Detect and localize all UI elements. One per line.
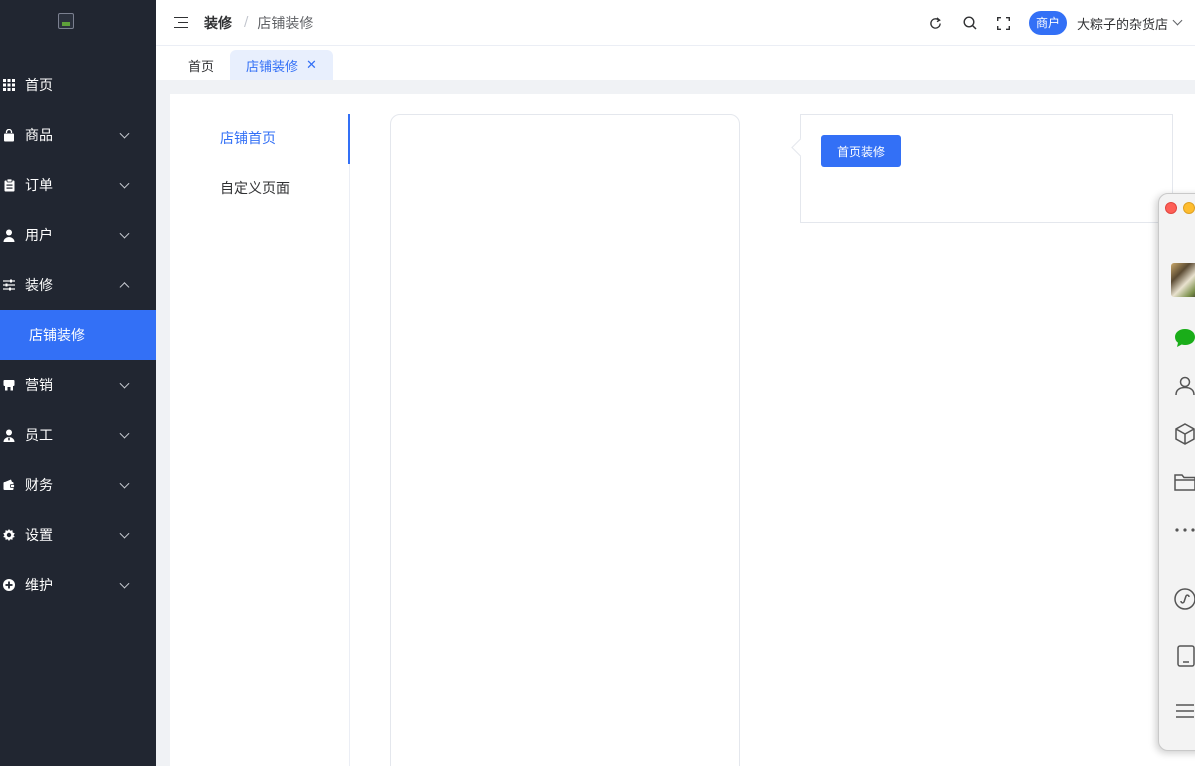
sidebar-item-label: 订单 — [25, 178, 53, 194]
refresh-icon[interactable] — [919, 0, 953, 46]
shopping-bag-icon — [2, 128, 16, 142]
sidebar-item-label: 营销 — [25, 378, 53, 394]
employee-icon — [2, 428, 16, 442]
chevron-down-icon — [119, 478, 130, 489]
sliders-icon — [2, 278, 16, 292]
role-badge: 商户 — [1028, 11, 1067, 35]
sidebar-item-orders[interactable]: 订单 — [0, 160, 156, 210]
tab-shop-decoration[interactable]: 店铺装修 ✕ — [230, 50, 333, 80]
breadcrumb-current: 店铺装修 — [257, 15, 314, 32]
sidebar: 首页 商品 订单 用户 装修 店铺装修 营销 员工 财务 设置 维护 — [0, 0, 156, 766]
avatar[interactable] — [1171, 263, 1195, 297]
edit-popover: 首页装修 — [800, 114, 1173, 223]
gear-icon — [2, 528, 16, 542]
menu-icon[interactable] — [1173, 699, 1195, 723]
sidebar-item-users[interactable]: 用户 — [0, 210, 156, 260]
chevron-down-icon — [119, 378, 130, 389]
header-actions: 商户 大粽子的杂货店 — [919, 0, 1195, 46]
cube-icon[interactable] — [1173, 422, 1195, 446]
sidebar-item-label: 商品 — [25, 128, 53, 144]
fullscreen-icon[interactable] — [987, 0, 1021, 46]
sidebar-item-finance[interactable]: 财务 — [0, 460, 156, 510]
sidebar-item-products[interactable]: 商品 — [0, 110, 156, 160]
chevron-down-icon — [119, 228, 130, 239]
chevron-down-icon — [119, 578, 130, 589]
collapse-menu-icon[interactable] — [174, 16, 188, 29]
clipboard-icon — [2, 178, 16, 192]
mini-program-icon[interactable] — [1173, 587, 1195, 611]
top-header: 装修 / 店铺装修 商户 大粽子的杂货店 — [156, 0, 1195, 46]
tab-bar: 首页 店铺装修 ✕ — [156, 46, 1195, 80]
page-list: 店铺首页 自定义页面 — [170, 114, 350, 766]
chat-icon[interactable] — [1173, 326, 1195, 350]
sidebar-item-home[interactable]: 首页 — [0, 60, 156, 110]
chevron-down-icon — [119, 178, 130, 189]
search-icon[interactable] — [953, 0, 987, 46]
sidebar-item-settings[interactable]: 设置 — [0, 510, 156, 560]
contacts-icon[interactable] — [1173, 374, 1195, 398]
sidebar-menu: 首页 商品 订单 用户 装修 店铺装修 营销 员工 财务 设置 维护 — [0, 60, 156, 610]
sidebar-item-label: 店铺装修 — [29, 328, 85, 344]
more-icon[interactable] — [1173, 518, 1195, 542]
folder-icon[interactable] — [1173, 470, 1195, 494]
broken-image-icon — [58, 13, 74, 29]
sidebar-item-label: 用户 — [25, 228, 53, 244]
chevron-down-icon[interactable] — [1172, 15, 1183, 25]
home-decoration-button[interactable]: 首页装修 — [821, 135, 901, 167]
logo — [0, 0, 156, 42]
sidebar-item-label: 员工 — [25, 428, 53, 444]
chevron-down-icon — [119, 528, 130, 539]
chevron-down-icon — [119, 128, 130, 139]
grid-icon — [2, 78, 16, 92]
chevron-down-icon — [119, 428, 130, 439]
sidebar-item-maintenance[interactable]: 维护 — [0, 560, 156, 610]
sidebar-item-marketing[interactable]: 营销 — [0, 360, 156, 410]
shop-icon — [2, 378, 16, 392]
phone-icon[interactable] — [1173, 644, 1195, 668]
page-item-custom-page[interactable]: 自定义页面 — [170, 164, 349, 214]
chevron-up-icon — [119, 282, 130, 293]
overlay-app-window — [1158, 193, 1195, 751]
sidebar-subitem-shop-decoration[interactable]: 店铺装修 — [0, 310, 156, 360]
main-content: 店铺首页 自定义页面 首页装修 — [170, 94, 1195, 766]
breadcrumb-parent[interactable]: 装修 — [204, 13, 232, 33]
close-icon[interactable]: ✕ — [306, 58, 317, 73]
user-icon — [2, 228, 16, 242]
tab-label: 店铺装修 — [246, 59, 299, 75]
sidebar-item-label: 维护 — [25, 578, 53, 594]
sidebar-item-employees[interactable]: 员工 — [0, 410, 156, 460]
sidebar-item-label: 装修 — [25, 278, 53, 294]
breadcrumb-separator: / — [244, 15, 249, 30]
sidebar-item-decoration[interactable]: 装修 — [0, 260, 156, 310]
window-minimize-button[interactable] — [1183, 202, 1195, 214]
sidebar-item-label: 设置 — [25, 528, 53, 544]
plus-circle-icon — [2, 578, 16, 592]
sidebar-item-label: 财务 — [25, 478, 53, 494]
tab-home[interactable]: 首页 — [172, 50, 230, 80]
shop-name-dropdown[interactable]: 大粽子的杂货店 — [1077, 14, 1168, 33]
phone-preview[interactable] — [390, 114, 740, 766]
sidebar-item-label: 首页 — [25, 78, 53, 94]
window-close-button[interactable] — [1165, 202, 1177, 214]
wallet-icon — [2, 478, 16, 492]
tab-label: 首页 — [188, 59, 215, 75]
page-item-shop-home[interactable]: 店铺首页 — [170, 114, 350, 164]
